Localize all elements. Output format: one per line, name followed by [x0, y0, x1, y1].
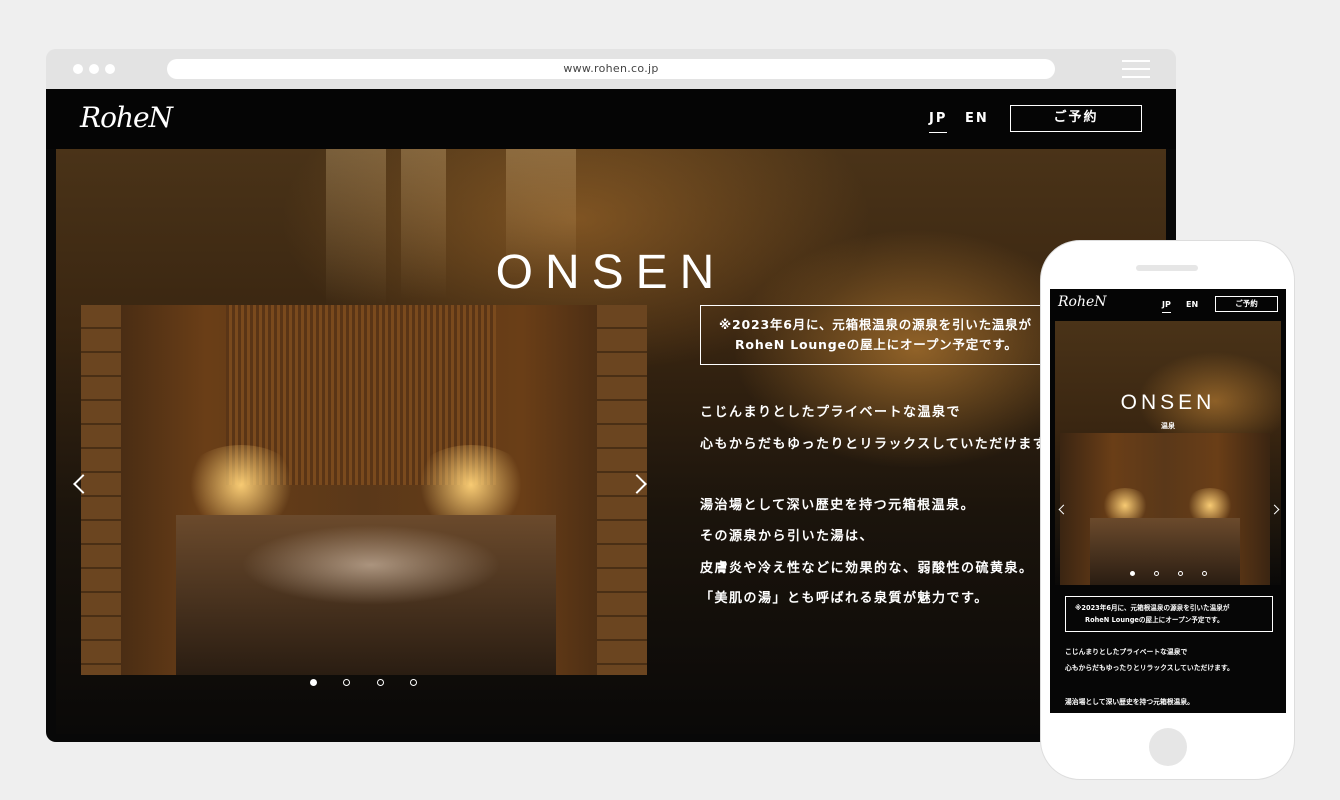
mobile-header: RoheN JP EN ご予約: [1050, 289, 1286, 321]
phone-mockup: ONSEN 温泉 RoheN JP EN ご予約 ※2023年6月に、元箱根温泉…: [1040, 240, 1295, 780]
slider-dot-1[interactable]: [310, 679, 317, 686]
intro-line-2: 心もからだもゆったりとリラックスしていただけます。: [700, 437, 1061, 452]
phone-home-button[interactable]: [1149, 728, 1187, 766]
body-line-3: 湯治場として深い歴史を持つ元箱根温泉。: [700, 498, 976, 513]
mobile-intro-2: 心もからだもゆったりとリラックスしていただけます。: [1065, 664, 1234, 672]
mobile-notice-line-1: ※2023年6月に、元箱根温泉の源泉を引いた温泉が: [1075, 604, 1230, 612]
mobile-notice-line-2: RoheN Loungeの屋上にオープン予定です。: [1085, 616, 1224, 624]
mobile-onsen-photo: [1060, 433, 1270, 585]
lang-jp-link[interactable]: JP: [929, 111, 948, 133]
mobile-dot-4[interactable]: [1202, 571, 1207, 576]
browser-toolbar: www.rohen.co.jp: [46, 49, 1176, 89]
mobile-hero-title: ONSEN: [1120, 391, 1216, 414]
window-dot: [89, 64, 99, 74]
slider-dot-3[interactable]: [377, 679, 384, 686]
onsen-photo: [81, 305, 647, 675]
mobile-intro-1: こじんまりとしたプライベートな温泉で: [1065, 648, 1188, 656]
reserve-button[interactable]: ご予約: [1010, 105, 1142, 132]
hero-title: ONSEN: [495, 246, 727, 299]
mobile-reserve-button[interactable]: ご予約: [1215, 296, 1278, 312]
hamburger-menu-icon[interactable]: [1122, 60, 1150, 78]
body-line-5: 皮膚炎や冷え性などに効果的な、弱酸性の硫黄泉。: [700, 561, 1034, 576]
site-header: RoheN JP EN ご予約: [46, 89, 1176, 149]
mobile-lang-en[interactable]: EN: [1186, 300, 1198, 309]
slider-dot-4[interactable]: [410, 679, 417, 686]
lang-en-link[interactable]: EN: [965, 111, 989, 126]
mobile-notice: ※2023年6月に、元箱根温泉の源泉を引いた温泉が RoheN Loungeの屋…: [1065, 596, 1273, 632]
phone-screen: ONSEN 温泉 RoheN JP EN ご予約 ※2023年6月に、元箱根温泉…: [1050, 289, 1286, 713]
desktop-browser-mockup: www.rohen.co.jp ONSEN 温泉 RoheN JP EN ご予約: [46, 49, 1176, 742]
mobile-logo[interactable]: RoheN: [1058, 294, 1107, 310]
body-line-4: その源泉から引いた湯は、: [700, 529, 875, 544]
intro-line-1: こじんまりとしたプライベートな温泉で: [700, 405, 962, 420]
mobile-dot-1[interactable]: [1130, 571, 1135, 576]
address-bar[interactable]: www.rohen.co.jp: [167, 59, 1055, 79]
phone-speaker: [1136, 265, 1198, 271]
mobile-lang-jp[interactable]: JP: [1162, 300, 1171, 313]
mobile-dot-2[interactable]: [1154, 571, 1159, 576]
mobile-dot-3[interactable]: [1178, 571, 1183, 576]
body-line-6: 「美肌の湯」とも呼ばれる泉質が魅力です。: [700, 591, 989, 606]
site-logo[interactable]: RoheN: [80, 101, 173, 134]
website-viewport: ONSEN 温泉 RoheN JP EN ご予約 ※2023年6月に、元箱根温泉…: [46, 89, 1176, 742]
mobile-body-3: 湯治場として深い歴史を持つ元箱根温泉。: [1065, 698, 1194, 706]
slider-dot-2[interactable]: [343, 679, 350, 686]
window-dot: [105, 64, 115, 74]
window-dot: [73, 64, 83, 74]
mobile-hero-subtitle: 温泉: [1161, 422, 1175, 430]
